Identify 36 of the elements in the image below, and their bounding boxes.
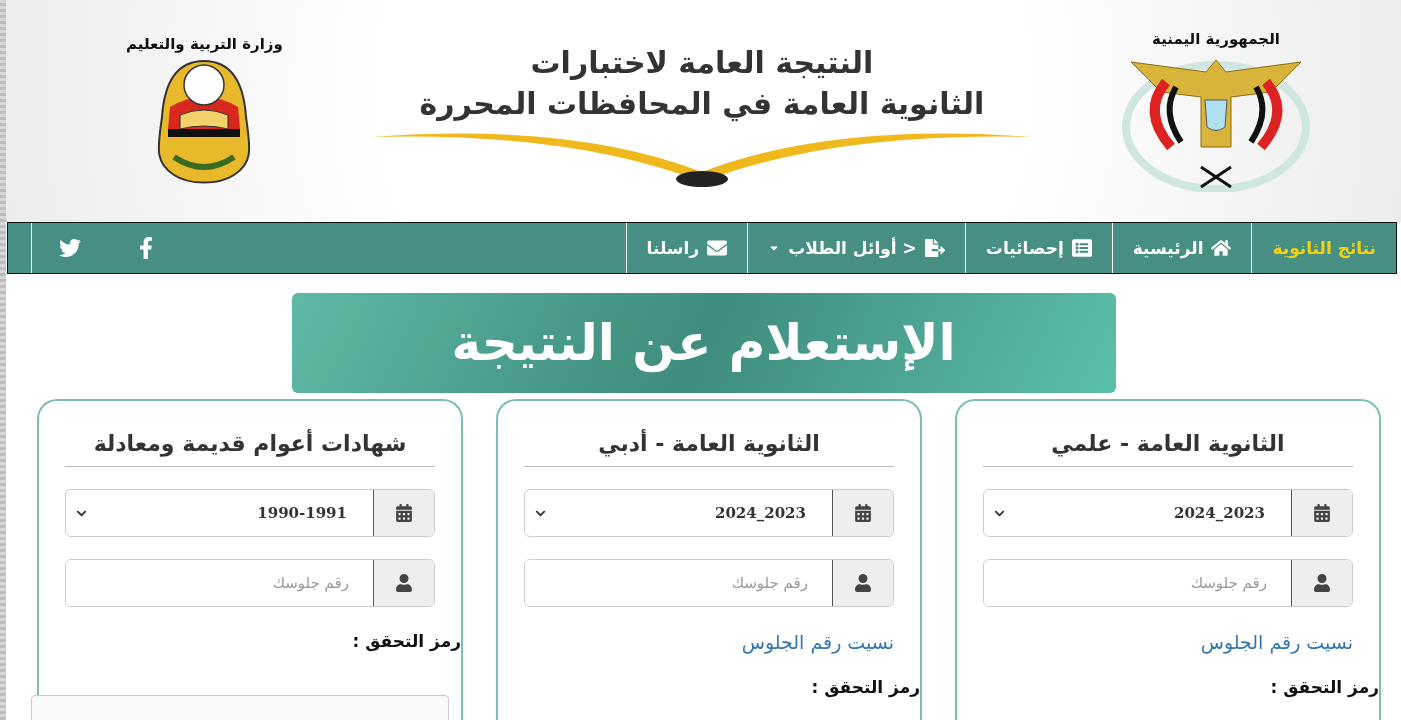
nav-link[interactable]: راسلنا bbox=[625, 223, 748, 273]
calendar-icon bbox=[1313, 504, 1331, 522]
year-select[interactable]: 1990-1991 bbox=[65, 489, 435, 537]
year-select[interactable]: 2024_2023 bbox=[983, 489, 1353, 537]
captcha-label: رمز التحقق : bbox=[352, 631, 461, 651]
seat-number-field[interactable]: رقم جلوسك bbox=[983, 559, 1353, 607]
calendar-icon bbox=[395, 504, 413, 522]
calendar-icon bbox=[854, 504, 872, 522]
captcha-label: رمز التحقق : bbox=[1270, 677, 1379, 697]
forgot-seat-link[interactable]: نسيت رقم الجلوس bbox=[1200, 631, 1353, 653]
export-icon bbox=[924, 238, 945, 258]
captcha-field[interactable] bbox=[31, 695, 449, 720]
home-icon bbox=[1211, 238, 1232, 258]
banner-title: الإستعلام عن النتيجة bbox=[291, 293, 1116, 393]
forgot-seat-link[interactable]: نسيت رقم الجلوس bbox=[741, 631, 894, 653]
nav-link[interactable]: الرئيسية bbox=[1111, 223, 1252, 273]
twitter-icon bbox=[59, 237, 81, 259]
captcha-label: رمز التحقق : bbox=[811, 677, 920, 697]
page-title: الثانوية العامة في المحافظات المحررة bbox=[419, 86, 985, 121]
card-title: الثانوية العامة - أدبي bbox=[524, 431, 894, 467]
envelope-icon bbox=[707, 238, 728, 258]
user-icon bbox=[1313, 574, 1331, 592]
ministry-caption: وزارة التربية والتعليم bbox=[126, 35, 283, 53]
list-icon bbox=[1071, 238, 1092, 258]
republic-caption: الجمهورية اليمنية bbox=[1152, 30, 1280, 48]
year-select[interactable]: 2024_2023 bbox=[524, 489, 894, 537]
card-title: شهادات أعوام قديمة ومعادلة bbox=[65, 431, 435, 467]
card-title: الثانوية العامة - علمي bbox=[983, 431, 1353, 467]
nav-link[interactable]: < أوائل الطلاب bbox=[747, 223, 965, 273]
seat-number-field[interactable]: رقم جلوسك bbox=[65, 559, 435, 607]
page-title: النتيجة العامة لاختبارات bbox=[530, 45, 874, 80]
user-icon bbox=[395, 574, 413, 592]
user-icon bbox=[854, 574, 872, 592]
seat-number-field[interactable]: رقم جلوسك bbox=[524, 559, 894, 607]
nav-link[interactable]: إحصائيات bbox=[964, 223, 1112, 273]
nav-link[interactable]: نتائج الثانوية bbox=[1251, 223, 1396, 273]
